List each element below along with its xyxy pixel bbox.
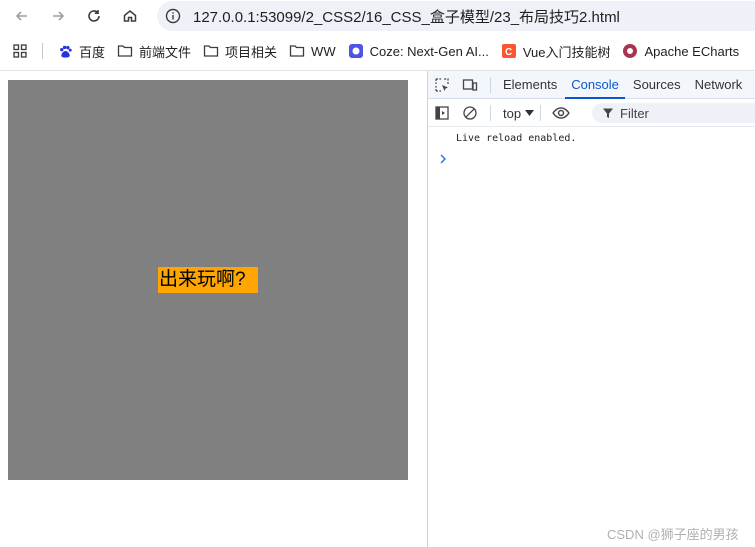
back-button[interactable] [8,2,36,30]
bookmark-label: 项目相关 [225,44,278,60]
bookmarks-bar: 百度 前端文件 项目相关 WW Coze: Next-Gen AI... C V… [0,36,755,66]
console-separator [540,105,542,121]
browser-toolbar: 127.0.0.1:53099/2_CSS2/16_CSS_盒子模型/23_布局… [0,0,755,32]
tab-console[interactable]: Console [565,71,625,99]
device-icon [462,78,478,91]
folder-icon [117,43,133,59]
sidebar-toggle-button[interactable] [428,99,456,127]
clear-console-button[interactable] [456,99,484,127]
bookmark-label: WW [311,43,336,59]
devtools-tab-bar: Elements Console Sources Network [428,71,755,99]
bookmark-baidu[interactable]: 百度 [51,38,111,64]
home-icon [123,10,137,22]
csdn-icon: C [501,43,517,59]
devtools-panel: Elements Console Sources Network top Fil… [427,71,755,547]
caret-down-icon [525,110,535,116]
folder-icon [203,43,219,59]
reload-button[interactable] [80,2,108,30]
bookmarks-separator [42,43,43,59]
page-viewport: 出来玩啊? [0,71,427,547]
gray-box: 出来玩啊? [8,80,408,480]
echarts-icon [622,43,638,59]
bookmark-project[interactable]: 项目相关 [197,38,283,64]
home-button[interactable] [116,2,144,30]
url-text: 127.0.0.1:53099/2_CSS2/16_CSS_盒子模型/23_布局… [193,8,620,26]
live-expression-button[interactable] [547,99,575,127]
context-selector[interactable]: top [503,105,535,121]
address-bar[interactable]: 127.0.0.1:53099/2_CSS2/16_CSS_盒子模型/23_布局… [157,1,755,31]
sidebar-icon [435,106,449,120]
bookmark-label: 前端文件 [139,44,192,60]
tab-separator [490,76,491,93]
console-prompt-chevron-icon[interactable] [439,152,449,166]
apps-button[interactable] [6,38,34,64]
eye-icon [552,107,570,119]
tab-network[interactable]: Network [689,71,749,99]
clear-icon [463,106,477,120]
console-toolbar: top Filter [428,100,755,127]
arrow-left-icon [15,11,27,21]
bookmark-label: Coze: Next-Gen AI... [369,43,489,59]
centered-text: 出来玩啊? [158,267,258,293]
bookmark-label: 百度 [79,44,106,60]
filter-input[interactable]: Filter [592,103,755,123]
console-message: Live reload enabled. [456,133,577,144]
forward-button[interactable] [44,2,72,30]
watermark: CSDN @狮子座的男孩 [607,527,739,542]
device-toolbar-button[interactable] [456,71,484,99]
bookmark-echarts[interactable]: Apache ECharts [616,38,745,64]
bookmark-ww[interactable]: WW [283,38,342,64]
filter-placeholder: Filter [620,105,649,121]
console-separator [490,105,491,121]
paw-icon [57,43,73,59]
tab-sources[interactable]: Sources [627,71,687,99]
tab-elements[interactable]: Elements [497,71,563,99]
coze-icon [348,43,364,59]
reload-icon [88,10,100,22]
context-label: top [503,105,522,121]
info-icon[interactable] [165,8,181,24]
bookmark-vue[interactable]: C Vue入门技能树 [495,38,617,64]
bookmark-frontend-files[interactable]: 前端文件 [111,38,197,64]
apps-grid-icon [13,44,27,58]
svg-text:C: C [505,47,512,58]
bookmark-label: Apache ECharts [644,43,740,59]
inspect-icon [435,77,449,92]
folder-icon [289,43,305,59]
bookmark-coze[interactable]: Coze: Next-Gen AI... [342,38,495,64]
arrow-right-icon [53,11,65,21]
filter-icon [603,108,613,118]
inspect-element-button[interactable] [428,71,456,99]
bookmark-label: Vue入门技能树 [522,44,611,60]
